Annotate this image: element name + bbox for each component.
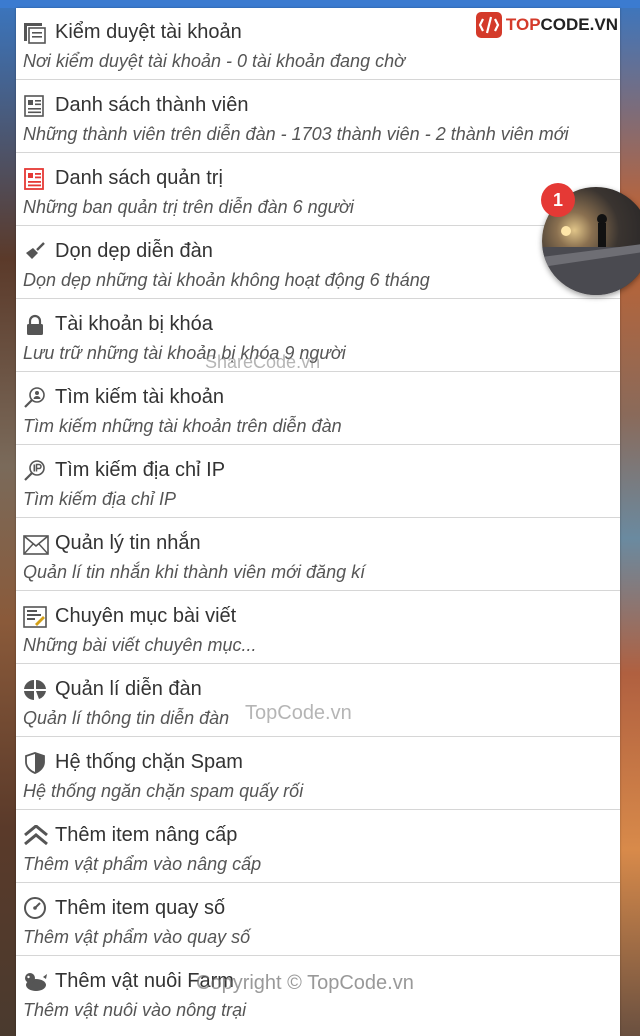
menu-item-description: Những ban quản trị trên diễn đàn 6 người [23, 197, 354, 217]
menu-item-title: Danh sách thành viên [55, 94, 249, 116]
dial-icon [23, 896, 49, 920]
menu-item-admin-list[interactable]: Danh sách quản trị Những ban quản trị tr… [16, 154, 620, 226]
search-user-icon [23, 385, 49, 409]
menu-item-description: Thêm vật phẩm vào quay số [23, 927, 251, 947]
menu-item-description: Quản lí thông tin diễn đàn [23, 708, 230, 728]
menu-item-title: Tìm kiếm tài khoản [55, 386, 224, 408]
menu-item-title: Hệ thống chặn Spam [55, 751, 243, 773]
menu-item-message-management[interactable]: Quản lý tin nhắn Quản lí tin nhắn khi th… [16, 519, 620, 591]
menu-item-title: Quản lý tin nhắn [55, 532, 201, 554]
menu-item-title: Dọn dẹp diễn đàn [55, 240, 213, 262]
list-icon [23, 20, 49, 44]
menu-item-description: Quản lí tin nhắn khi thành viên mới đăng… [23, 562, 366, 582]
logo-mark-icon [475, 12, 502, 38]
menu-item-title: Thêm item quay số [55, 897, 226, 919]
double-chevron-up-icon [23, 823, 49, 847]
menu-item-title: Danh sách quản trị [55, 167, 223, 189]
pie-chart-icon [23, 677, 49, 701]
lock-icon [23, 312, 49, 336]
search-ip-icon [23, 458, 49, 482]
menu-item-lucky-dial-items[interactable]: Thêm item quay số Thêm vật phẩm vào quay… [16, 884, 620, 956]
menu-item-search-ip[interactable]: Tìm kiếm địa chỉ IP Tìm kiếm địa chỉ IP [16, 446, 620, 518]
copyright-watermark: Copyright © TopCode.vn [196, 972, 414, 994]
menu-item-article-categories[interactable]: Chuyên mục bài viết Những bài viết chuyê… [16, 592, 620, 664]
sharecode-watermark: ShareCode.vn [205, 352, 321, 372]
envelope-icon [23, 531, 49, 555]
menu-item-description: Tìm kiếm địa chỉ IP [23, 489, 177, 509]
article-icon [23, 604, 49, 628]
broom-icon [23, 239, 49, 263]
menu-item-title: Kiểm duyệt tài khoản [55, 21, 242, 43]
menu-item-description: Hệ thống ngăn chặn spam quấy rối [23, 781, 304, 801]
menu-item-description: Thêm vật nuôi vào nông trại [23, 1000, 247, 1020]
topcode-logo: TOPCODE.VN [475, 8, 618, 42]
menu-item-search-account[interactable]: Tìm kiếm tài khoản Tìm kiếm những tài kh… [16, 373, 620, 445]
menu-item-description: Thêm vật phẩm vào nâng cấp [23, 854, 262, 874]
menu-item-title: Tìm kiếm địa chỉ IP [55, 459, 226, 481]
document-icon [23, 93, 49, 117]
menu-item-title: Tài khoản bị khóa [55, 313, 213, 335]
menu-item-title: Quản lí diễn đàn [55, 678, 202, 700]
menu-item-forum-cleanup[interactable]: Dọn dẹp diễn đàn Dọn dẹp những tài khoản… [16, 227, 620, 299]
menu-item-description: Những thành viên trên diễn đàn - 1703 th… [23, 124, 569, 144]
logo-text: TOPCODE.VN [505, 15, 618, 34]
menu-item-description: Nơi kiểm duyệt tài khoản - 0 tài khoản đ… [23, 51, 405, 71]
background-left [0, 0, 16, 1036]
menu-item-spam-protection[interactable]: Hệ thống chặn Spam Hệ thống ngăn chặn sp… [16, 738, 620, 810]
notification-badge: 1 [541, 183, 575, 217]
menu-item-upgrade-items[interactable]: Thêm item nâng cấp Thêm vật phẩm vào nân… [16, 811, 620, 883]
menu-item-forum-management[interactable]: Quản lí diễn đàn Quản lí thông tin diễn … [16, 665, 620, 737]
top-bar [0, 0, 640, 8]
admin-menu-panel: Kiểm duyệt tài khoản Nơi kiểm duyệt tài … [16, 8, 620, 1036]
menu-item-member-list[interactable]: Danh sách thành viên Những thành viên tr… [16, 81, 620, 153]
admin-document-icon [23, 166, 49, 190]
menu-item-description: Những bài viết chuyên mục... [23, 635, 257, 655]
menu-item-description: Tìm kiếm những tài khoản trên diễn đàn [23, 416, 342, 436]
menu-item-description: Dọn dẹp những tài khoản không hoạt động … [23, 270, 430, 290]
menu-item-title: Chuyên mục bài viết [55, 605, 237, 627]
background-right [620, 0, 640, 1036]
shield-icon [23, 750, 49, 774]
topcode-watermark: TopCode.vn [245, 702, 352, 724]
pet-icon [23, 969, 49, 993]
menu-item-title: Thêm item nâng cấp [55, 824, 238, 846]
